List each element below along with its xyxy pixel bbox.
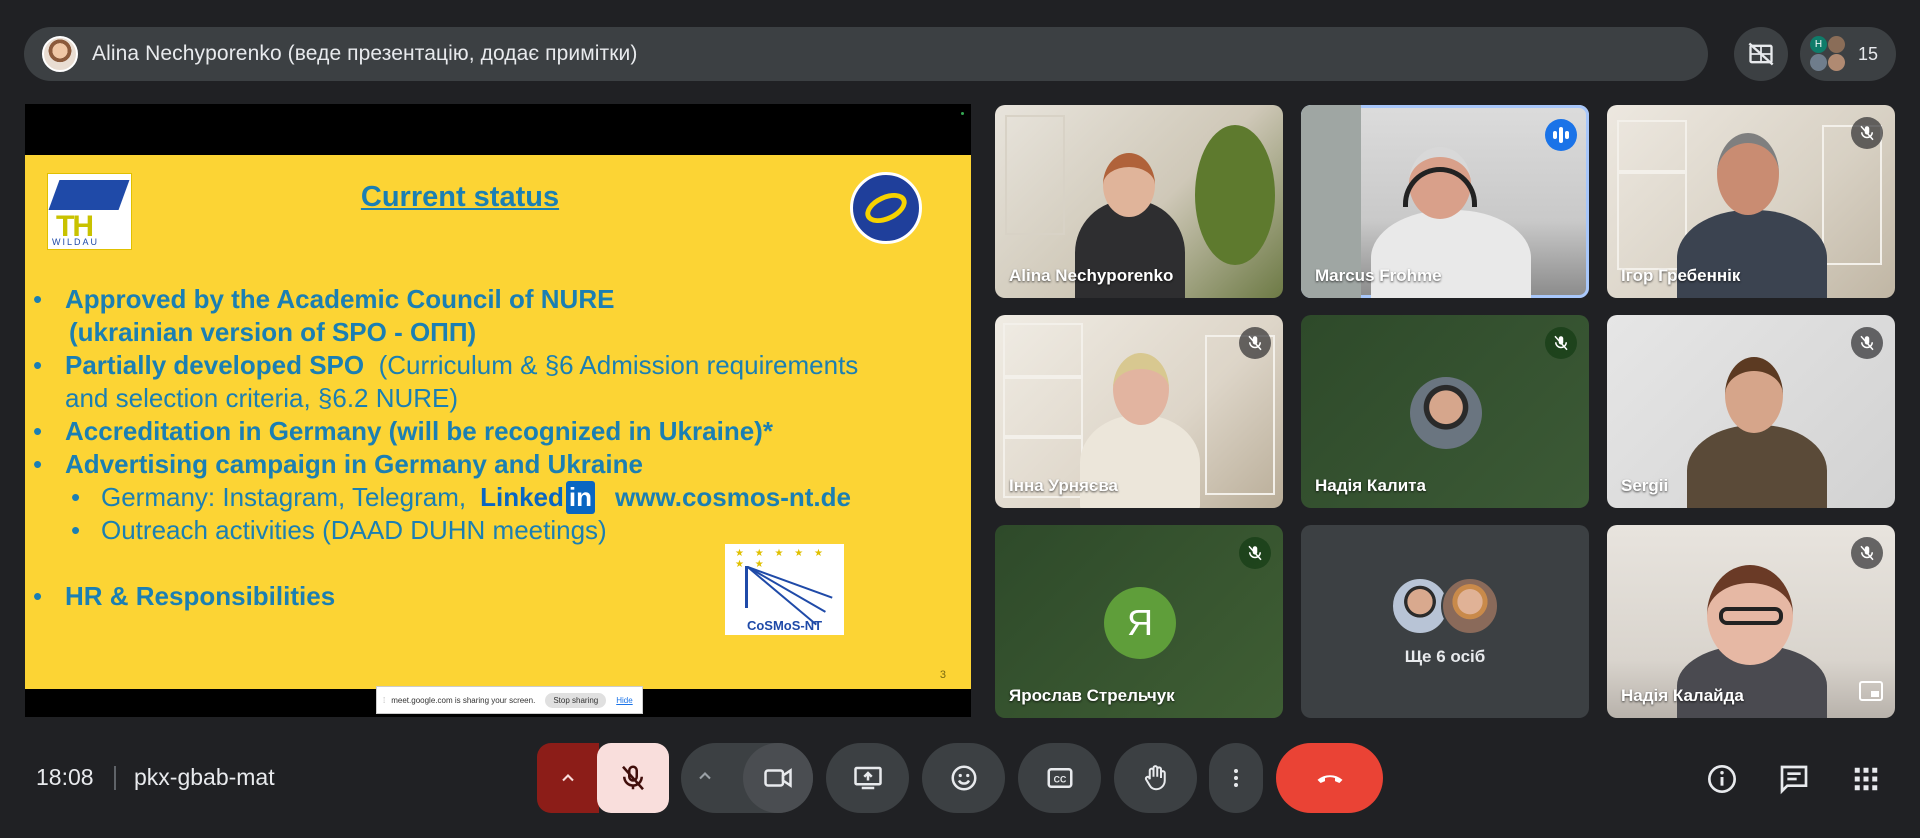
participant-name: Інна Урняєва [1009,476,1119,495]
participant-tile[interactable]: Sergii [1607,315,1895,508]
mic-off-icon [1851,537,1883,569]
participant-avatar [1410,377,1482,449]
participant-tile-active-speaker[interactable]: Marcus Frohme [1301,105,1589,298]
sub-bullet-item: • Outreach activities (DAAD DUHN meetings… [71,515,607,545]
slide-number: 3 [939,669,946,681]
bullet-item-continued: (ukrainian version of SPO - ОПП) [69,317,477,347]
video-options-button[interactable] [695,766,715,791]
chevron-up-icon [562,774,574,782]
speaking-indicator-icon [1545,119,1577,151]
bullet-item: • Accreditation in Germany (will be recog… [33,416,773,446]
mini-avatar: H [1810,36,1827,53]
participants-count: 15 [1858,43,1879,64]
presentation-slide: TH WILDAU Current status • Approved by th… [25,155,971,689]
more-vertical-icon [1234,769,1238,787]
divider [114,766,116,790]
emoji-icon [951,765,976,791]
present-screen-icon [853,766,882,790]
microphone-toggle-button[interactable] [597,743,669,813]
captions-button[interactable]: CC [1018,743,1101,813]
participant-avatars: H [1810,36,1846,72]
google-meet-window: Alina Nechyporenko (веде презентацію, до… [0,0,1920,838]
video-camera-icon [764,768,792,788]
activities-button[interactable] [1848,761,1884,797]
participant-name: Alina Nechyporenko [1009,266,1174,285]
mic-off-icon [1239,537,1271,569]
meeting-details-button[interactable] [1704,761,1740,797]
mini-avatar [1810,54,1827,71]
hide-notice-link[interactable]: Hide [616,696,632,705]
linkedin-logo: Linked in [480,481,596,514]
participant-name: Надія Калита [1315,476,1426,495]
audio-options-button[interactable] [537,743,599,813]
participant-avatar [1441,577,1499,635]
reactions-button[interactable] [922,743,1005,813]
presenter-avatar [42,36,78,72]
closed-captions-icon: CC [1047,768,1072,788]
clock: 18:08 [36,764,94,790]
leave-call-button[interactable] [1276,743,1383,813]
camera-control-group [681,743,813,813]
participant-name: Ярослав Стрельчук [1009,686,1175,705]
participant-name: Marcus Frohme [1315,266,1442,285]
participant-name: Ігор Гребеннік [1621,266,1741,285]
presenter-label: Alina Nechyporenko (веде презентацію, до… [92,42,638,65]
participant-tile[interactable]: Інна Урняєва [995,315,1283,508]
share-notice-text: meet.google.com is sharing your screen. [391,695,536,705]
chevron-up-icon [699,771,711,779]
svg-text:CC: CC [1053,774,1066,784]
meeting-code: pkx-gbab-mat [134,764,275,790]
presenter-bar: Alina Nechyporenko (веде презентацію, до… [24,27,1708,81]
more-participants-tile[interactable]: Ще 6 осіб [1301,525,1589,718]
hide-tiles-button[interactable] [1734,27,1788,81]
present-screen-button[interactable] [826,743,909,813]
presenting-indicator [961,112,964,115]
mic-off-icon [1851,117,1883,149]
slide-title: Current status [360,181,560,213]
participant-tile[interactable]: Alina Nechyporenko [995,105,1283,298]
raise-hand-icon [1144,765,1166,791]
more-participants-label: Ще 6 осіб [1404,647,1486,666]
participants-button[interactable]: H 15 [1800,27,1896,81]
participant-avatar: Я [1104,587,1176,659]
mic-off-icon [1239,327,1271,359]
cosmos-emblem-logo [850,172,922,244]
mic-off-icon [1545,327,1577,359]
participant-tile[interactable]: Ігор Гребеннік [1607,105,1895,298]
bullet-item: • Partially developed SPO (Curriculum & §… [33,350,859,380]
sub-bullet-item: • Germany: Instagram, Telegram, Linked in ww… [71,481,851,514]
apps-grid-icon [1854,767,1878,791]
camera-toggle-button[interactable] [743,743,813,813]
mic-off-icon [1851,327,1883,359]
chat-button[interactable] [1776,761,1812,797]
bullet-item: • Advertising campaign in Germany and Ukr… [33,449,643,479]
more-options-button[interactable] [1209,743,1263,813]
website-link: www.cosmos-nt.de [615,482,851,512]
bullet-item-continued: and selection criteria, §6.2 NURE) [65,383,459,413]
participant-name: Sergii [1621,476,1669,495]
participant-tile[interactable]: Надія Калита [1301,315,1589,508]
info-icon [1708,765,1736,793]
stop-sharing-button[interactable]: Stop sharing [545,692,607,708]
participant-tile[interactable]: Я Ярослав Стрельчук [995,525,1283,718]
mini-avatar [1828,36,1845,53]
chat-icon [1780,765,1808,795]
participant-name: Надія Калайда [1621,686,1744,705]
mini-avatar [1828,54,1845,71]
picture-in-picture-icon[interactable] [1859,681,1883,706]
no-video-grid-icon [1748,42,1774,66]
end-call-icon [1317,775,1342,783]
mic-off-icon [622,765,644,791]
raise-hand-button[interactable] [1114,743,1197,813]
cosmos-nt-logo: ★ ★ ★ ★ ★ ★ ★ CoSMoS-NT [725,544,844,635]
drag-handle-icon[interactable]: ⁞ [383,696,385,705]
participant-tile[interactable]: Надія Калайда [1607,525,1895,718]
screen-share-notice: ⁞ meet.google.com is sharing your screen… [376,686,643,714]
bullet-item: • Approved by the Academic Council of NUR… [33,284,615,314]
